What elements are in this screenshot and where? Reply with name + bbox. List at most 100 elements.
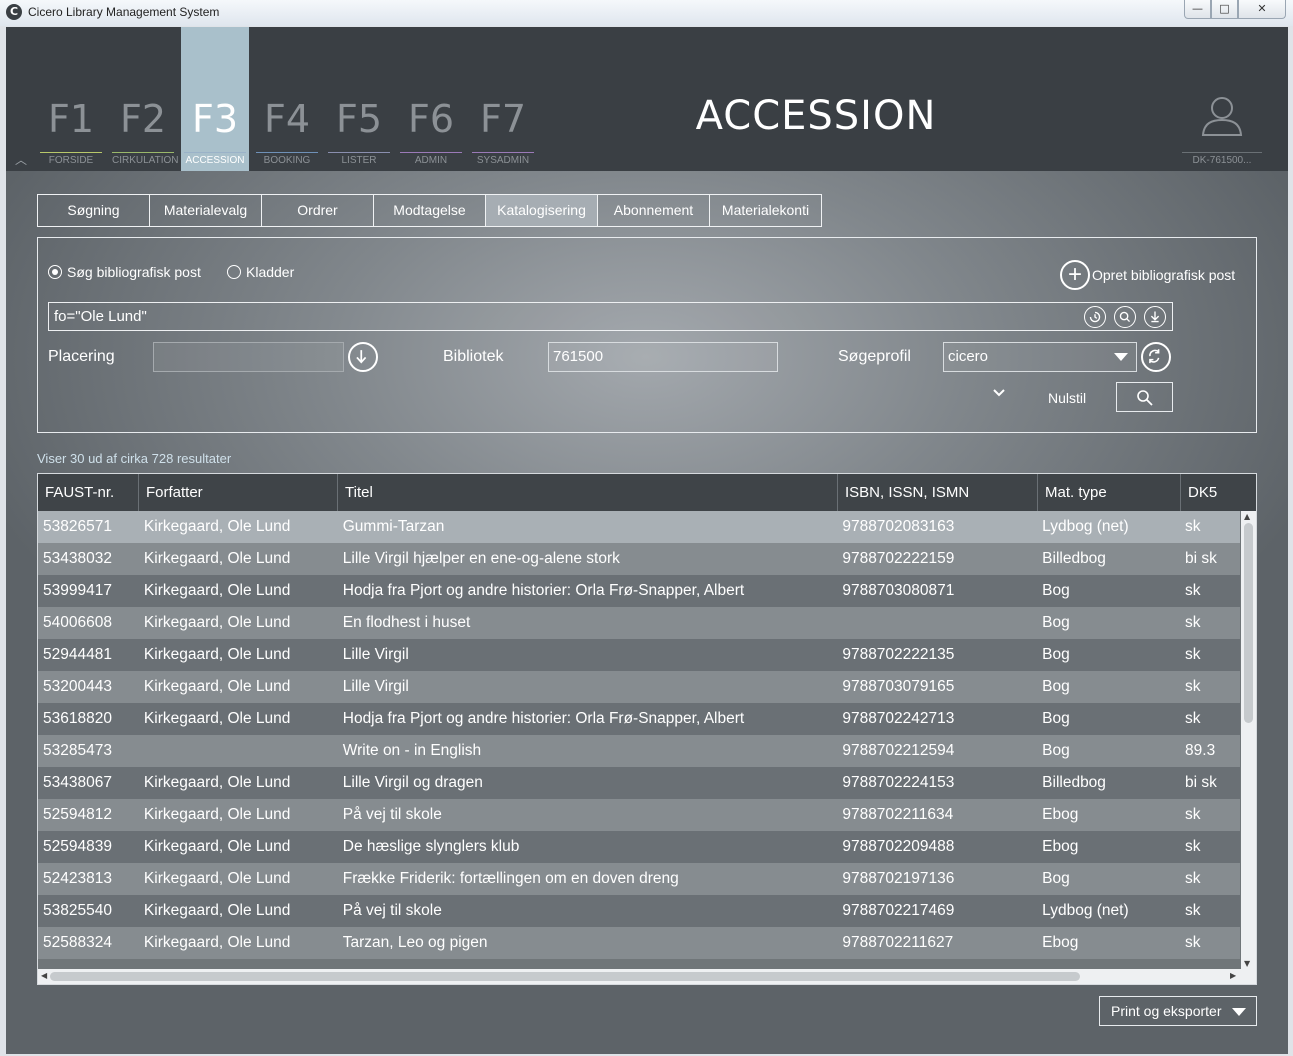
column-header-author[interactable]: Forfatter [139,474,338,511]
tab-materialekonti[interactable]: Materialekonti [709,194,822,227]
radio-bibliographic[interactable]: Søg bibliografisk post [48,264,201,280]
print-export-button[interactable]: Print og eksporter [1099,996,1257,1026]
table-row[interactable]: 53825540 Kirkegaard, Ole Lund På vej til s… [38,895,1240,927]
cell-isbn: 9788702222159 [842,550,955,567]
cell-title: Hodja fra Pjort og andre historier: Orla… [342,582,745,599]
column-header-faust[interactable]: FAUST-nr. [38,474,139,511]
user-icon[interactable] [1200,95,1244,137]
scrollbar-thumb[interactable] [50,972,1080,981]
cell-mattype: Lydbog (net) [1042,902,1129,919]
close-button[interactable]: ✕ [1238,0,1286,19]
search-advanced-icon[interactable] [1114,306,1136,328]
tab-katalogisering[interactable]: Katalogisering [485,194,598,227]
cell-faust: 53618820 [43,710,112,727]
table-row[interactable]: 52588324 Kirkegaard, Ole Lund Tarzan, Leo … [38,927,1240,959]
query-input[interactable]: fo="Ole Lund" [48,302,1173,331]
vertical-scrollbar[interactable]: ▲ ▼ [1241,511,1256,969]
table-row[interactable]: 53200443 Kirkegaard, Ole Lund Lille Virgil… [38,671,1240,703]
bibliotek-input[interactable]: 761500 [548,342,778,372]
table-row[interactable]: 54006608 Kirkegaard, Ole Lund En flodhest … [38,607,1240,639]
table-row[interactable]: 52944481 Kirkegaard, Ole Lund Lille Virgil… [38,639,1240,671]
table-row[interactable]: 52594839 Kirkegaard, Ole Lund De hæslige s… [38,831,1240,863]
app-window: ︿ F1 FORSIDE F2 CIRKULATION F3 ACCESSION… [6,27,1288,1054]
fkey-cirkulation[interactable]: F2 CIRKULATION [109,27,179,171]
minimize-button[interactable]: — [1184,0,1211,19]
cell-author: Kirkegaard, Ole Lund [143,678,291,695]
soegeprofil-value: cicero [948,348,989,365]
tab-ordrer[interactable]: Ordrer [261,194,374,227]
cell-author: Kirkegaard, Ole Lund [143,774,291,791]
cell-mattype: Bog [1042,614,1070,631]
chevron-up-icon[interactable]: ︿ [15,151,27,168]
table-header: FAUST-nr. Forfatter Titel ISBN, ISSN, IS… [38,474,1256,511]
refresh-profile-icon[interactable] [1141,342,1171,372]
fkey-label: FORSIDE [40,152,102,166]
fkey-lister[interactable]: F5 LISTER [325,27,393,171]
fkey-sysadmin[interactable]: F7 SYSADMIN [469,27,537,171]
chevron-down-icon[interactable] [992,386,1006,400]
cell-author [139,735,338,767]
scroll-right-icon[interactable]: ▶ [1230,971,1236,980]
cell-mattype: Bog [1042,582,1070,599]
cell-title: På vej til skole [342,902,442,919]
page-title: ACCESSION [695,93,937,139]
cell-faust: 52594812 [43,806,112,823]
fkey-forside[interactable]: F1 FORSIDE [37,27,105,171]
tab-abonnement[interactable]: Abonnement [597,194,710,227]
cell-faust: 52944481 [43,646,112,663]
placering-label: Placering [48,348,115,365]
horizontal-scrollbar[interactable]: ◀ ▶ [38,969,1256,984]
table-row[interactable]: 52423813 Kirkegaard, Ole Lund Frække Fride… [38,863,1240,895]
cell-mattype: Ebog [1042,934,1079,951]
tab-materialevalg[interactable]: Materialevalg [149,194,262,227]
cell-mattype: Lydbog (net) [1042,518,1129,535]
cell-title: Lille Virgil hjælper en ene-og-alene sto… [342,550,620,567]
cell-author: Kirkegaard, Ole Lund [143,934,291,951]
search-button[interactable] [1116,382,1173,412]
scrollbar-thumb[interactable] [1244,523,1253,723]
fkey-admin[interactable]: F6 ADMIN [397,27,465,171]
export-label: Print og eksporter [1111,1003,1222,1019]
cell-title: Frække Friderik: fortællingen om en dove… [342,870,679,887]
placering-input[interactable] [153,342,344,372]
fkey-booking[interactable]: F4 BOOKING [253,27,321,171]
arrow-down-icon[interactable] [348,342,378,372]
cell-title: Lille Virgil og dragen [342,774,483,791]
cell-faust: 52588324 [43,934,112,951]
fkey-label: ACCESSION [184,152,246,166]
cell-dk5: sk [1185,518,1201,535]
maximize-button[interactable]: □ [1211,0,1238,19]
fkey-number: F6 [407,97,455,141]
column-header-mattype[interactable]: Mat. type [1038,474,1181,511]
scroll-up-icon[interactable]: ▲ [1244,512,1250,521]
soegeprofil-select[interactable]: cicero [943,342,1137,372]
cell-author: Kirkegaard, Ole Lund [143,710,291,727]
table-row[interactable]: 53285473 Write on - in English 97887022125… [38,735,1240,767]
table-row[interactable]: 53999417 Kirkegaard, Ole Lund Hodja fra Pj… [38,575,1240,607]
column-header-title[interactable]: Titel [338,474,838,511]
tab-soegning[interactable]: Søgning [37,194,150,227]
column-header-dk5[interactable]: DK5 [1181,474,1256,511]
table-row[interactable]: 53438067 Kirkegaard, Ole Lund Lille Virgil… [38,767,1240,799]
radio-drafts[interactable]: Kladder [227,264,294,280]
cell-author: Kirkegaard, Ole Lund [143,870,291,887]
create-bibliographic-button[interactable]: + Opret bibliografisk post [1060,260,1235,290]
scroll-down-icon[interactable]: ▼ [1244,959,1250,968]
scroll-left-icon[interactable]: ◀ [41,971,47,980]
cell-mattype: Bog [1042,646,1070,663]
cell-mattype: Billedbog [1042,550,1106,567]
history-icon[interactable] [1084,306,1106,328]
fkey-number: F1 [47,97,95,141]
fkey-number: F3 [191,97,239,141]
tab-modtagelse[interactable]: Modtagelse [373,194,486,227]
table-row[interactable]: 53826571 Kirkegaard, Ole Lund Gummi-Tarzan… [38,511,1240,543]
table-row[interactable]: 53618820 Kirkegaard, Ole Lund Hodja fra Pj… [38,703,1240,735]
cell-isbn: 9788702083163 [842,518,955,535]
column-header-isbn[interactable]: ISBN, ISSN, ISMN [838,474,1038,511]
table-row[interactable]: 52594812 Kirkegaard, Ole Lund På vej til s… [38,799,1240,831]
download-icon[interactable] [1144,306,1166,328]
fkey-accession[interactable]: F3 ACCESSION [181,27,249,171]
cell-dk5: bi sk [1185,774,1217,791]
reset-button[interactable]: Nulstil [1048,390,1086,406]
table-row[interactable]: 53438032 Kirkegaard, Ole Lund Lille Virgil… [38,543,1240,575]
